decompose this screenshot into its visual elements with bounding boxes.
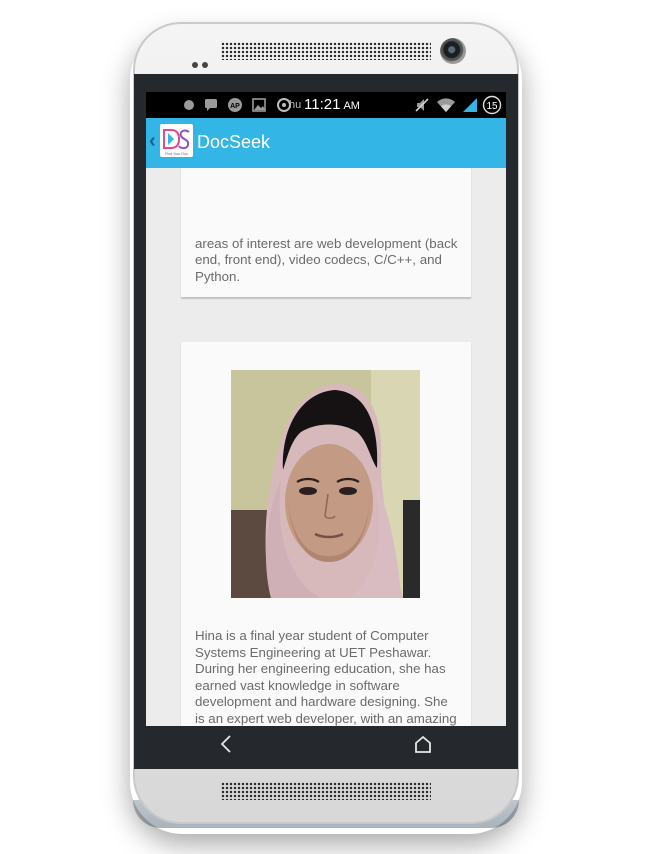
developer-card: areas of interest are web development (b… bbox=[181, 168, 471, 297]
card-description: areas of interest are web development (b… bbox=[195, 235, 458, 284]
carrier-text: hu bbox=[289, 99, 302, 111]
message-icon bbox=[205, 99, 217, 111]
sensor-dots bbox=[192, 55, 212, 73]
scroll-content[interactable]: areas of interest are web development (b… bbox=[146, 168, 506, 726]
earpiece-speaker bbox=[221, 42, 431, 60]
back-icon[interactable] bbox=[216, 732, 236, 756]
signal-icon bbox=[463, 98, 477, 112]
battery-level: 15 bbox=[486, 101, 498, 112]
record-dot-icon bbox=[184, 100, 194, 110]
status-bar: AP hu 11:21 AM 15 bbox=[146, 92, 506, 118]
status-clock: 11:21 AM bbox=[304, 96, 360, 113]
clock-time: 11:21 bbox=[304, 96, 341, 113]
profile-photo bbox=[231, 370, 420, 598]
svg-text:AP: AP bbox=[230, 103, 240, 110]
app-logo[interactable]: Find Your Doc bbox=[160, 124, 193, 157]
image-icon bbox=[252, 98, 266, 112]
mute-icon bbox=[415, 98, 429, 112]
logo-tagline: Find Your Doc bbox=[165, 152, 188, 156]
docseek-logo-icon: Find Your Doc bbox=[163, 129, 190, 156]
developer-card: Hina is a final year student of Computer… bbox=[181, 342, 471, 726]
wifi-icon bbox=[437, 98, 455, 112]
battery-icon: 15 bbox=[482, 95, 502, 115]
clock-ampm: AM bbox=[343, 100, 360, 112]
app-screen: AP hu 11:21 AM 15 ‹ Find Your Doc DocSeek… bbox=[146, 92, 506, 726]
front-camera bbox=[440, 38, 466, 64]
up-navigation-icon[interactable]: ‹ bbox=[149, 130, 156, 153]
card-description: Hina is a final year student of Computer… bbox=[195, 628, 457, 726]
app-title: DocSeek bbox=[197, 132, 271, 152]
home-icon[interactable] bbox=[412, 732, 434, 756]
app-store-icon: AP bbox=[228, 98, 242, 112]
navigation-bar bbox=[134, 726, 518, 770]
bottom-speaker bbox=[221, 782, 431, 800]
app-bar: ‹ Find Your Doc DocSeek bbox=[146, 118, 506, 168]
